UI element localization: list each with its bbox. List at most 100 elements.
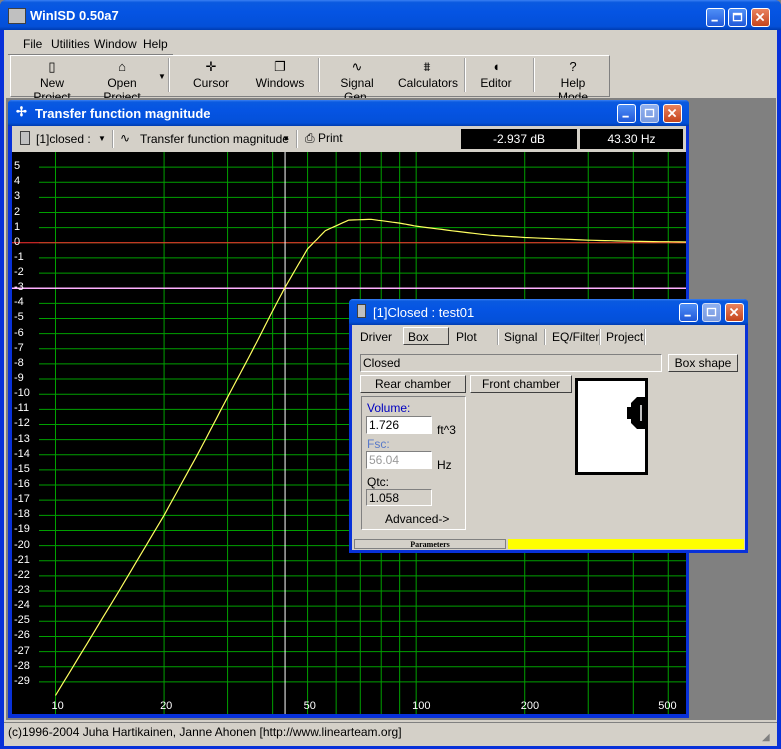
close-button[interactable] xyxy=(751,8,770,27)
tab-separator xyxy=(644,329,646,345)
y-tick-label: -18 xyxy=(14,508,30,521)
tab-driver[interactable]: Driver xyxy=(360,328,392,346)
tab-project[interactable]: Project xyxy=(606,328,643,346)
y-tick-label: -21 xyxy=(14,553,30,566)
rear-chamber-button[interactable]: Rear chamber xyxy=(360,375,466,393)
volume-field[interactable]: 1.726 xyxy=(366,416,432,434)
project-icon xyxy=(20,131,30,145)
tab-box[interactable]: Box xyxy=(403,327,449,345)
x-tick-label: 200 xyxy=(520,700,540,712)
tab-plot[interactable]: Plot xyxy=(456,328,477,346)
cursor-button[interactable]: ✛ Cursor xyxy=(188,58,234,94)
calculators-button[interactable]: ⩩ Calculators xyxy=(398,58,458,94)
y-tick-label: -11 xyxy=(14,402,30,415)
box-close-button[interactable] xyxy=(725,303,744,322)
sine-wave-icon: ∿ xyxy=(351,59,363,74)
printer-icon: ⎙ xyxy=(305,131,315,145)
help-mode-button[interactable]: ? Help Mode xyxy=(544,58,602,104)
plot-minimize-button[interactable] xyxy=(617,104,636,123)
plot-titlebar[interactable]: ✢ Transfer function magnitude xyxy=(8,100,689,126)
open-project-dropdown[interactable]: ▼ xyxy=(158,72,166,81)
y-tick-label: -23 xyxy=(14,584,30,597)
y-tick-label: -15 xyxy=(14,462,30,475)
y-tick-label: -29 xyxy=(14,674,30,687)
box-window-title: [1]Closed : test01 xyxy=(373,305,475,320)
main-titlebar[interactable]: WinISD 0.50a7 xyxy=(0,0,781,30)
parameters-status: Parameters xyxy=(354,539,506,549)
y-tick-label: 4 xyxy=(14,175,21,188)
y-tick-label: -2 xyxy=(14,266,24,279)
y-tick-label: -16 xyxy=(14,478,30,491)
project-dropdown[interactable]: [1]closed : ▼ xyxy=(18,131,108,147)
fsc-unit: Hz xyxy=(437,458,452,472)
box-maximize-button[interactable] xyxy=(702,303,721,322)
chevron-down-icon: ▼ xyxy=(98,134,106,143)
y-tick-label: -13 xyxy=(14,432,30,445)
editor-button[interactable]: ◖ Editor xyxy=(478,58,514,94)
volume-label: Volume: xyxy=(367,401,411,415)
fsc-label: Fsc: xyxy=(367,437,390,451)
tab-separator xyxy=(544,329,546,345)
print-button[interactable]: ⎙ Print xyxy=(305,131,343,146)
volume-unit: ft^3 xyxy=(437,423,456,437)
y-tick-label: -8 xyxy=(14,356,24,369)
y-tick-label: -3 xyxy=(14,281,24,294)
signal-gen-button[interactable]: ∿ Signal Gen. xyxy=(328,58,386,104)
y-tick-label: -26 xyxy=(14,629,30,642)
qtc-label: Qtc: xyxy=(367,475,390,489)
tab-signal[interactable]: Signal xyxy=(504,328,537,346)
toolbar-separator xyxy=(168,58,170,92)
box-minimize-button[interactable] xyxy=(679,303,698,322)
graph-select-label: Transfer function magnitude xyxy=(140,132,289,146)
toolbar-separator xyxy=(464,58,466,92)
menu-window[interactable]: Window xyxy=(94,37,137,51)
y-tick-label: -20 xyxy=(14,538,30,551)
front-chamber-button[interactable]: Front chamber xyxy=(470,375,572,393)
plot-toolbar-separator xyxy=(112,130,114,148)
x-tick-label: 50 xyxy=(303,700,316,712)
app-icon xyxy=(8,8,26,24)
menu-utilities[interactable]: Utilities xyxy=(51,37,90,51)
plot-title: Transfer function magnitude xyxy=(35,106,211,121)
graph-type-dropdown[interactable]: ∿ Transfer function magnitude ▼ xyxy=(120,131,292,147)
menu-help[interactable]: Help xyxy=(143,37,168,51)
new-project-icon: ▯ xyxy=(48,59,56,74)
plot-maximize-button[interactable] xyxy=(640,104,659,123)
y-tick-label: -28 xyxy=(14,659,30,672)
y-tick-label: -19 xyxy=(14,523,30,536)
hz-readout: 43.30 Hz xyxy=(580,129,683,149)
y-tick-label: -22 xyxy=(14,568,30,581)
windows-icon: ❐ xyxy=(274,59,286,74)
box-type-field[interactable]: Closed xyxy=(360,354,662,372)
progress-bar xyxy=(508,539,744,549)
plot-close-button[interactable] xyxy=(663,104,682,123)
sine-wave-icon: ∿ xyxy=(120,131,131,145)
speaker-editor-icon: ◖ xyxy=(492,59,500,74)
windows-button[interactable]: ❐ Windows xyxy=(255,58,305,94)
x-tick-label: 10 xyxy=(51,700,64,712)
y-tick-label: -4 xyxy=(14,296,24,309)
tab-eq-filter[interactable]: EQ/Filter xyxy=(552,328,599,346)
y-tick-label: -6 xyxy=(14,326,24,339)
y-tick-label: -1 xyxy=(14,250,24,263)
y-tick-label: -27 xyxy=(14,644,30,657)
x-tick-label: 100 xyxy=(412,700,431,712)
open-project-button[interactable]: ⌂ Open Project xyxy=(88,58,156,104)
copyright-text: (c)1996-2004 Juha Hartikainen, Janne Aho… xyxy=(8,725,402,739)
menu-file[interactable]: File xyxy=(23,37,42,51)
resize-grip-icon[interactable]: ◢ xyxy=(762,732,770,743)
tab-separator xyxy=(599,329,601,345)
box-shape-button[interactable]: Box shape xyxy=(668,354,738,372)
maximize-button[interactable] xyxy=(728,8,747,27)
minimize-button[interactable] xyxy=(706,8,725,27)
tab-separator xyxy=(497,329,499,345)
open-folder-icon: ⌂ xyxy=(118,59,126,74)
advanced-button[interactable]: Advanced-> xyxy=(385,512,449,526)
db-readout: -2.937 dB xyxy=(461,129,577,149)
x-tick-label: 500 xyxy=(658,700,677,712)
y-tick-label: -12 xyxy=(14,417,30,430)
y-tick-label: -14 xyxy=(14,447,30,460)
y-tick-label: -9 xyxy=(14,372,24,385)
y-tick-label: 2 xyxy=(14,205,21,218)
new-project-button[interactable]: ▯ New Project xyxy=(20,58,84,104)
